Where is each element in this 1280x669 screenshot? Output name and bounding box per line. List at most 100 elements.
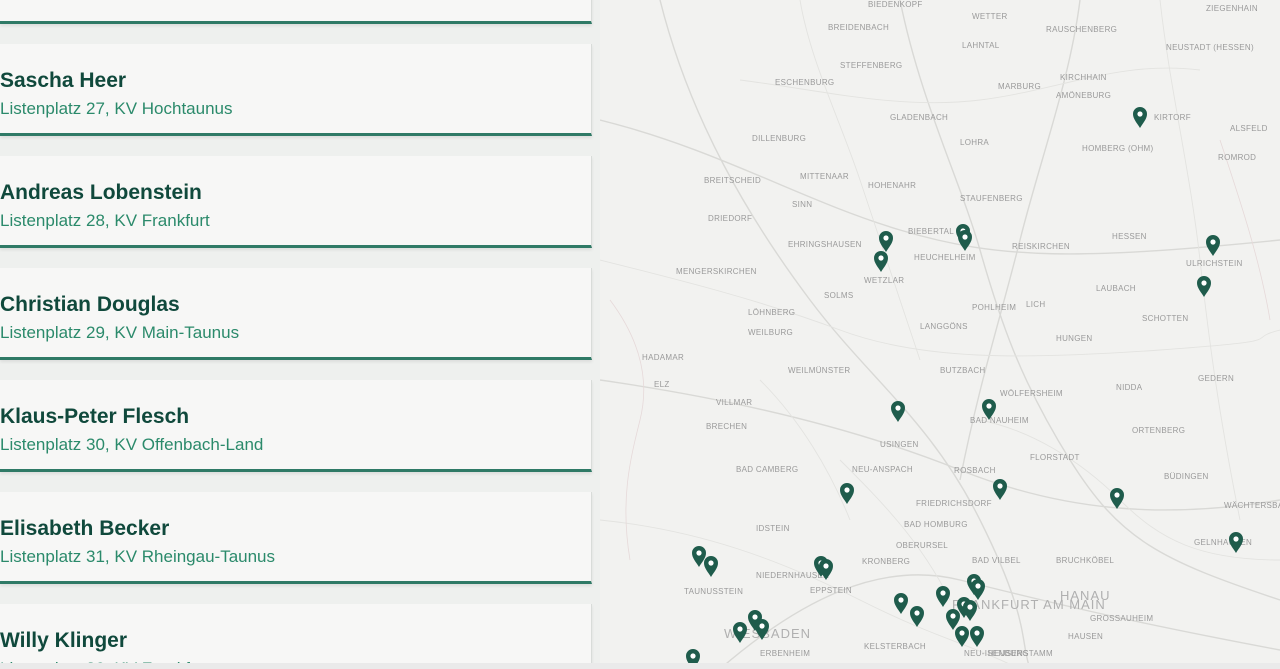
map-place-label: LÖHNBERG [748,308,795,317]
map-view[interactable]: BIEDENKOPF WETTER ZIEGENHAIN BREIDENBACH… [600,0,1280,669]
candidate-name: Sascha Heer [0,69,127,92]
map-place-label: WÄCHTERSBACH [1224,501,1280,510]
map-place-label: ESCHENBURG [775,78,834,87]
candidate-card[interactable]: Willy Klinger Listenplatz 32, KV Frankfu… [0,604,592,669]
map-place-label: REISKIRCHEN [1012,242,1070,251]
candidate-meta: Listenplatz 28, KV Frankfurt [0,211,210,230]
map-place-label: SINN [792,200,812,209]
map-place-label: EPPSTEIN [810,586,852,595]
map-place-label: BRECHEN [706,422,747,431]
map-place-label: BAD VILBEL [972,556,1021,565]
map-place-label: WEILBURG [748,328,793,337]
map-place-label: MENGERSKIRCHEN [676,267,757,276]
candidate-name: Andreas Lobenstein [0,181,202,204]
map-place-label: BRUCHKÖBEL [1056,556,1114,565]
map-pin-icon[interactable] [958,230,972,251]
map-place-label: LAUBACH [1096,284,1136,293]
map-place-label: BAD NAUHEIM [970,416,1029,425]
map-place-label: ROMROD [1218,153,1256,162]
candidate-card[interactable]: Sascha Heer Listenplatz 27, KV Hochtaunu… [0,44,592,136]
map-place-label: ROSBACH [954,466,996,475]
map-pin-icon[interactable] [1197,276,1211,297]
map-place-label: GELNHAUSEN [1194,538,1252,547]
map-place-label: KELSTERBACH [864,642,926,651]
map-place-label: VILLMAR [716,398,752,407]
candidate-meta: Listenplatz 27, KV Hochtaunus [0,99,233,118]
map-place-label: POHLHEIM [972,303,1016,312]
map-place-label: EHRINGSHAUSEN [788,240,862,249]
map-place-label: HOMBERG (OHM) [1082,144,1153,153]
map-place-label: ORTENBERG [1132,426,1185,435]
map-place-label: ULRICHSTEIN [1186,259,1243,268]
candidate-meta: Listenplatz 30, KV Offenbach-Land [0,435,264,454]
map-pin-icon[interactable] [1229,532,1243,553]
candidate-meta: Listenplatz 29, KV Main-Taunus [0,323,240,342]
candidate-card[interactable]: Klaus-Peter Flesch Listenplatz 30, KV Of… [0,380,592,472]
candidate-meta: Listenplatz 31, KV Rheingau-Taunus [0,547,276,566]
map-roads [600,0,1280,669]
candidate-card[interactable]: Christian Douglas Listenplatz 29, KV Mai… [0,268,592,360]
map-place-label: BREIDENBACH [828,23,889,32]
candidate-name: Klaus-Peter Flesch [0,405,190,428]
map-canvas[interactable]: BIEDENKOPF WETTER ZIEGENHAIN BREIDENBACH… [600,0,1280,669]
map-markers [686,107,1243,669]
map-place-label: SOLMS [824,291,854,300]
map-labels: BIEDENKOPF WETTER ZIEGENHAIN BREIDENBACH… [642,0,1280,658]
map-place-label: DILLENBURG [752,134,806,143]
map-place-label: ERBENHEIM [760,649,810,658]
map-pin-icon[interactable] [891,401,905,422]
map-pin-icon[interactable] [879,231,893,252]
map-place-label: HUNGEN [1056,334,1092,343]
candidate-name: Christian Douglas [0,293,180,316]
map-place-label: WETTER [972,12,1008,21]
map-place-label: STAUFENBERG [960,194,1023,203]
map-pin-icon[interactable] [936,586,950,607]
map-place-label: MARBURG [998,82,1041,91]
map-place-label: OBERURSEL [896,541,948,550]
map-place-label: HADAMAR [642,353,684,362]
map-place-label: TAUNUSSTEIN [684,587,743,596]
map-place-label: GEDERN [1198,374,1234,383]
map-place-label: ZIEGENHAIN [1206,4,1258,13]
map-pin-icon[interactable] [874,251,888,272]
map-place-label: HOHENAHR [868,181,916,190]
map-place-label: KRONBERG [862,557,910,566]
map-place-label: FRIEDRICHSDORF [916,499,992,508]
map-pin-icon[interactable] [955,626,969,647]
map-pin-icon[interactable] [1206,235,1220,256]
candidate-name: Elisabeth Becker [0,517,170,540]
map-place-label: NEUSTADT (HESSEN) [1166,43,1254,52]
candidate-card[interactable] [0,0,592,24]
map-place-label: USINGEN [880,440,919,449]
map-place-label: WÖLFERSHEIM [1000,389,1063,398]
map-pin-icon[interactable] [704,556,718,577]
map-pin-icon[interactable] [1133,107,1147,128]
map-place-label: GLADENBACH [890,113,948,122]
map-pin-icon[interactable] [970,626,984,647]
map-place-label: ELZ [654,380,670,389]
map-place-label: KIRTORF [1154,113,1191,122]
map-pin-icon[interactable] [946,609,960,630]
map-place-label: HEUSENSTAMM [988,649,1053,658]
map-place-label: BAD CAMBERG [736,465,798,474]
candidate-name: Willy Klinger [0,629,127,652]
map-pin-icon[interactable] [963,600,977,621]
candidate-card[interactable]: Andreas Lobenstein Listenplatz 28, KV Fr… [0,156,592,248]
map-place-label: BUTZBACH [940,366,986,375]
map-place-label: WEILMÜNSTER [788,366,850,375]
bottom-edge [0,663,1280,669]
map-place-label: NIDDA [1116,383,1143,392]
map-place-label: AMÖNEBURG [1056,91,1111,100]
map-place-label: NEU-ANSPACH [852,465,913,474]
map-place-label: LANGGÖNS [920,322,968,331]
map-place-label: DRIEDORF [708,214,752,223]
map-place-label: GROSSAUHEIM [1090,614,1153,623]
map-pin-icon[interactable] [692,546,706,567]
map-pin-icon[interactable] [1110,488,1124,509]
map-place-label: BAD HOMBURG [904,520,968,529]
map-pin-icon[interactable] [993,479,1007,500]
candidate-list[interactable]: Sascha Heer Listenplatz 27, KV Hochtaunu… [0,0,600,669]
candidate-card[interactable]: Elisabeth Becker Listenplatz 31, KV Rhei… [0,492,592,584]
map-place-label: HESSEN [1112,232,1147,241]
map-pin-icon[interactable] [894,593,908,614]
